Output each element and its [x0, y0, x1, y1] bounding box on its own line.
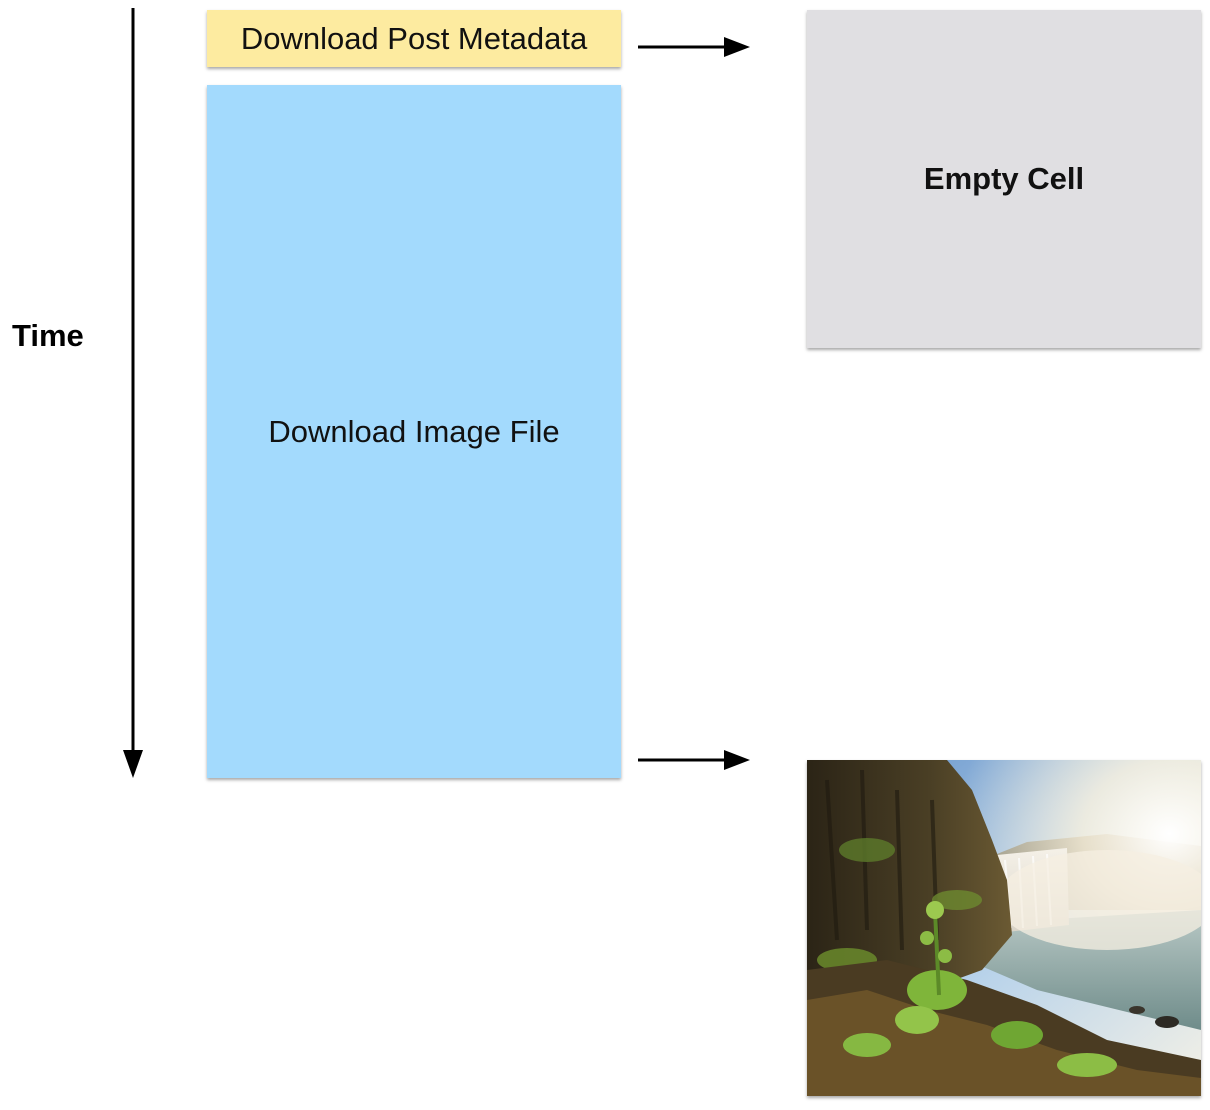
waterfall-photo [807, 760, 1201, 1096]
image-result-arrow [638, 750, 750, 770]
download-image-file-box: Download Image File [207, 85, 621, 778]
download-post-metadata-box: Download Post Metadata [207, 10, 621, 67]
time-axis-arrow [123, 8, 143, 778]
metadata-result-arrow [638, 37, 750, 57]
empty-cell-box: Empty Cell [807, 10, 1201, 348]
time-axis-label: Time [12, 318, 84, 353]
